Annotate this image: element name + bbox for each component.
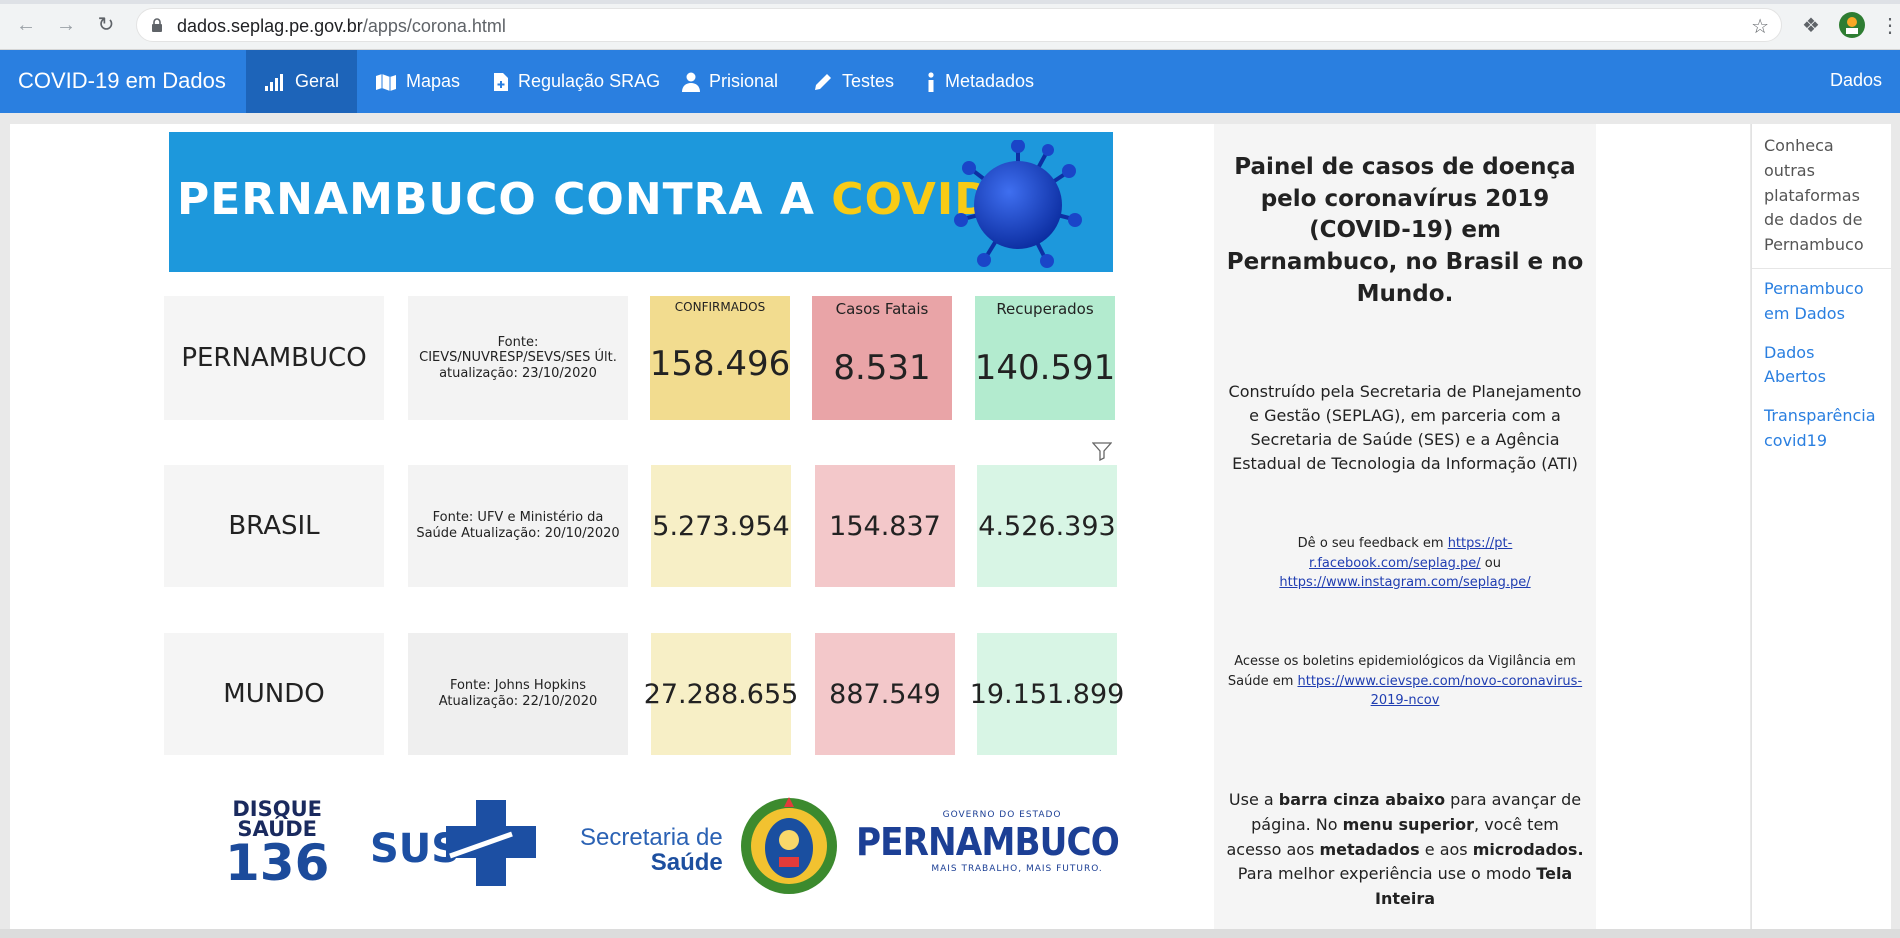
usage-text: Para melhor experiência use o modo <box>1237 864 1537 884</box>
region-mundo: MUNDO <box>164 633 384 755</box>
pencil-icon <box>815 73 831 90</box>
sidebar-link-transparencia-covid19[interactable]: Transparência covid19 <box>1752 396 1891 460</box>
instagram-link[interactable]: https://www.instagram.com/seplag.pe/ <box>1279 575 1530 590</box>
nav-label-geral: Geral <box>295 71 340 91</box>
gov-text: GOVERNO DO ESTADO <box>942 810 1062 820</box>
url-text: dados.seplag.pe.gov.br/apps/corona.html <box>177 16 506 37</box>
secretaria-text: Secretaria de <box>580 824 723 851</box>
reload-icon[interactable]: ↻ <box>94 13 118 37</box>
pernambuco-text: PERNAMBUCO <box>856 820 1120 864</box>
nav-item-metadados[interactable]: Metadados <box>908 50 1052 113</box>
feedback-mid: ou <box>1480 555 1501 571</box>
usage-bold-microdados: microdados. <box>1472 839 1584 859</box>
pernambuco-seal-icon <box>741 797 837 894</box>
nav-item-prisional[interactable]: Prisional <box>664 50 796 113</box>
url-path: /apps/corona.html <box>362 16 506 36</box>
bar-chart-icon <box>265 73 283 91</box>
fatal-card-pernambuco: Casos Fatais 8.531 <box>812 296 952 420</box>
nav-item-testes[interactable]: Testes <box>795 50 912 113</box>
info-bulletin: Acesse os boletins epidemiológicos da Vi… <box>1224 652 1586 711</box>
recovered-label: Recuperados <box>996 300 1094 318</box>
confirmed-value-pernambuco: 158.496 <box>649 344 791 384</box>
usage-text: e aos <box>1419 839 1473 859</box>
nav-label-regulacao-srag: Regulação SRAG <box>518 71 661 91</box>
region-pernambuco: PERNAMBUCO <box>164 296 384 420</box>
disque-saude-logo: DISQUE SAÚDE 136 <box>225 799 330 892</box>
info-feedback: Dê o seu feedback em https://pt-r.facebo… <box>1254 534 1556 593</box>
cievs-link[interactable]: https://www.cievspe.com/novo-coronavirus… <box>1298 674 1583 709</box>
info-title: Painel de casos de doença pelo coronavír… <box>1226 154 1584 307</box>
fatal-label: Casos Fatais <box>835 300 929 318</box>
map-icon <box>376 73 396 91</box>
disque-number: 136 <box>225 833 330 892</box>
usage-bold-menu: menu superior <box>1342 814 1475 834</box>
filter-icon[interactable] <box>1092 441 1112 461</box>
page-navigation-bar[interactable] <box>0 929 1900 938</box>
sus-logo: SUS <box>370 800 536 886</box>
info-icon <box>928 71 934 92</box>
fatal-value-pernambuco: 8.531 <box>833 348 931 388</box>
extensions-puzzle-icon[interactable]: ❖ <box>1802 13 1820 38</box>
sidebar-link-pernambuco-em-dados[interactable]: Pernambuco em Dados <box>1752 269 1891 333</box>
fatal-value-brasil: 154.837 <box>815 465 955 587</box>
source-brasil: Fonte: UFV e Ministério da Saúde Atualiz… <box>408 465 628 587</box>
back-arrow-icon[interactable]: ← <box>14 13 38 37</box>
forward-arrow-icon[interactable]: → <box>54 13 78 37</box>
tab-strip <box>0 0 1900 4</box>
info-usage: Use a barra cinza abaixo para avançar de… <box>1224 788 1586 912</box>
source-pernambuco: Fonte: CIEVS/NUVRESP/SEVS/SES Últ. atual… <box>408 296 628 420</box>
recovered-card-pernambuco: Recuperados 140.591 <box>975 296 1115 420</box>
browser-menu-icon[interactable]: ⋮ <box>1880 13 1900 38</box>
nav-label-metadados: Metadados <box>945 71 1035 91</box>
usage-text: Use a <box>1228 790 1279 809</box>
bookmark-star-icon[interactable]: ☆ <box>1751 14 1769 39</box>
feedback-prefix: Dê o seu feedback em <box>1297 536 1448 551</box>
fatal-value-mundo: 887.549 <box>815 633 955 755</box>
banner: PERNAMBUCO CONTRA A COVID19 <box>169 132 1113 272</box>
platforms-sidebar: Conheca outras plataformas de dados de P… <box>1751 124 1891 929</box>
nav-label-testes: Testes <box>842 71 895 91</box>
source-mundo: Fonte: Johns Hopkins Atualização: 22/10/… <box>408 633 628 755</box>
region-brasil: BRASIL <box>164 465 384 587</box>
app-navbar: COVID-19 em Dados Geral Mapas Regulação … <box>0 50 1900 113</box>
banner-title-main: PERNAMBUCO CONTRA A <box>177 174 832 225</box>
sidebar-link-dados-abertos[interactable]: Dados Abertos <box>1752 333 1891 397</box>
sidebar-intro: Conheca outras plataformas de dados de P… <box>1752 124 1891 269</box>
info-panel: Painel de casos de doença pelo coronavír… <box>1214 124 1596 929</box>
document-plus-icon <box>494 72 508 91</box>
usage-bold-metadados: metadados <box>1319 839 1420 859</box>
confirmed-card-pernambuco: CONFIRMADOS 158.496 <box>650 296 790 420</box>
profile-avatar-icon[interactable] <box>1838 11 1866 39</box>
saude-text: Saúde <box>650 849 723 877</box>
nav-item-mapas[interactable]: Mapas <box>357 50 478 113</box>
nav-item-dados[interactable]: Dados <box>1830 70 1882 91</box>
address-bar[interactable]: dados.seplag.pe.gov.br/apps/corona.html … <box>136 8 1782 42</box>
banner-title: PERNAMBUCO CONTRA A COVID19 <box>177 174 1055 225</box>
virus-icon <box>954 140 1082 268</box>
info-built-by: Construído pela Secretaria de Planejamen… <box>1228 382 1582 473</box>
url-domain: dados.seplag.pe.gov.br <box>177 16 363 36</box>
recovered-value-brasil: 4.526.393 <box>977 465 1117 587</box>
recovered-value-mundo: 19.151.899 <box>970 633 1124 755</box>
usage-bold-gray-bar: barra cinza abaixo <box>1278 790 1446 809</box>
nav-label-prisional: Prisional <box>709 71 779 91</box>
nav-item-geral[interactable]: Geral <box>246 50 358 113</box>
confirmed-value-brasil: 5.273.954 <box>651 465 791 587</box>
secretaria-saude-logo: Secretaria de Saúde <box>580 824 723 877</box>
user-icon <box>682 72 700 92</box>
slogan-text: MAIS TRABALHO, MAIS FUTURO. <box>931 864 1103 874</box>
confirmed-value-mundo: 27.288.655 <box>644 633 798 755</box>
brand-title[interactable]: COVID-19 em Dados <box>18 68 226 94</box>
recovered-value-pernambuco: 140.591 <box>974 348 1116 388</box>
confirmed-label: CONFIRMADOS <box>674 300 766 314</box>
browser-chrome: ← → ↻ dados.seplag.pe.gov.br/apps/corona… <box>0 0 1900 50</box>
nav-label-mapas: Mapas <box>406 71 461 91</box>
pernambuco-gov-logo: GOVERNO DO ESTADO PERNAMBUCO MAIS TRABAL… <box>856 810 1148 874</box>
nav-item-regulacao-srag[interactable]: Regulação SRAG <box>475 50 678 113</box>
lock-icon <box>152 18 162 32</box>
